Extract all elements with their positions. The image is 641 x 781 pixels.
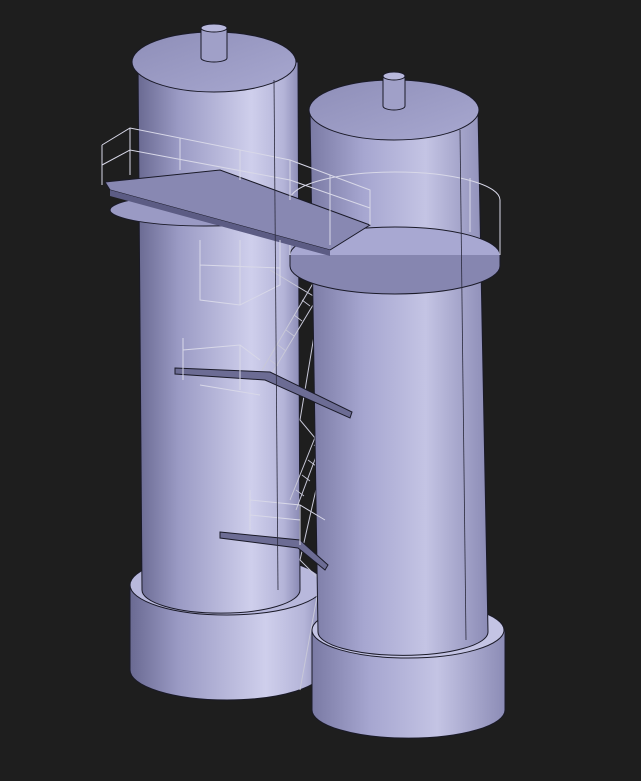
right-tower-vent <box>382 75 406 111</box>
left-tower <box>109 23 325 701</box>
left-tower-vent <box>200 27 228 63</box>
right-tower-body <box>309 109 489 656</box>
cad-viewport[interactable] <box>0 0 641 781</box>
